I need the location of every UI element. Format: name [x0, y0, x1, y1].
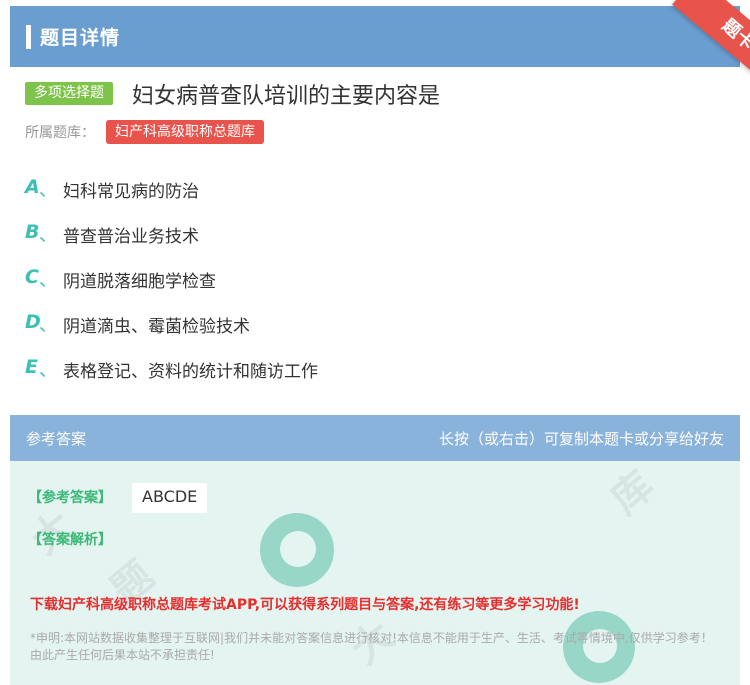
question-type-badge: 多项选择题 [25, 82, 113, 105]
header-bar: 题目详情 [10, 6, 740, 67]
options-list: A 、 妇科常见病的防治 B 、 普查普治业务技术 C 、 阴道脱落细胞学检查 … [25, 172, 725, 397]
answer-label: 【参考答案】 [28, 490, 112, 506]
option-separator: 、 [39, 315, 57, 336]
option-text: 妇科常见病的防治 [63, 182, 199, 202]
option-separator: 、 [39, 225, 57, 246]
option-separator: 、 [39, 180, 57, 201]
disclaimer-text: *申明:本网站数据收集整理于互联网|我们并未能对答案信息进行核对!本信息不能用于… [30, 631, 713, 662]
corner-ribbon: 题卡 [650, 0, 750, 90]
answer-section-title: 参考答案 [26, 430, 87, 448]
option-letter: B [25, 221, 40, 243]
option-c[interactable]: C 、 阴道脱落细胞学检查 [25, 262, 725, 307]
ribbon-label: 题卡 [672, 0, 750, 90]
option-letter: C [25, 266, 39, 288]
header-accent-mark [26, 25, 31, 49]
option-d[interactable]: D 、 阴道滴虫、霉菌检验技术 [25, 307, 725, 352]
watermark-glyph: 库 [602, 462, 663, 524]
question-text: 妇女病普查队培训的主要内容是 [132, 84, 441, 109]
option-text: 表格登记、资料的统计和随访工作 [63, 362, 318, 382]
option-separator: 、 [39, 270, 57, 291]
bank-label: 所属题库： [25, 125, 95, 141]
app-promo-link[interactable]: 下载妇产科高级职称总题库考试APP,可以获得系列题目与答案,还有练习等更多学习功… [30, 594, 580, 614]
answer-section-body: 大 题 库 大 【参考答案】 ABCDE 【答案解析】 下载妇产科高级职称总题库… [10, 461, 740, 685]
option-e[interactable]: E 、 表格登记、资料的统计和随访工作 [25, 352, 725, 397]
option-separator: 、 [39, 360, 57, 381]
bank-tag-link[interactable]: 妇产科高级职称总题库 [106, 120, 264, 144]
answer-section-header: 参考答案 长按（或右击）可复制本题卡或分享给好友 [10, 415, 740, 461]
option-text: 普查普治业务技术 [63, 227, 199, 247]
option-text: 阴道脱落细胞学检查 [63, 272, 216, 292]
answer-value[interactable]: ABCDE [132, 483, 208, 513]
watermark-logo-icon [260, 513, 334, 587]
page-title: 题目详情 [40, 27, 121, 49]
option-b[interactable]: B 、 普查普治业务技术 [25, 217, 725, 262]
share-hint: 长按（或右击）可复制本题卡或分享给好友 [438, 430, 724, 448]
option-letter: A [25, 176, 40, 198]
option-text: 阴道滴虫、霉菌检验技术 [63, 317, 250, 337]
option-a[interactable]: A 、 妇科常见病的防治 [25, 172, 725, 217]
analysis-label: 【答案解析】 [28, 532, 112, 548]
question-card: 题目详情 题卡 多项选择题 妇女病普查队培训的主要内容是 所属题库： 妇产科高级… [0, 0, 750, 685]
option-letter: E [25, 356, 38, 378]
